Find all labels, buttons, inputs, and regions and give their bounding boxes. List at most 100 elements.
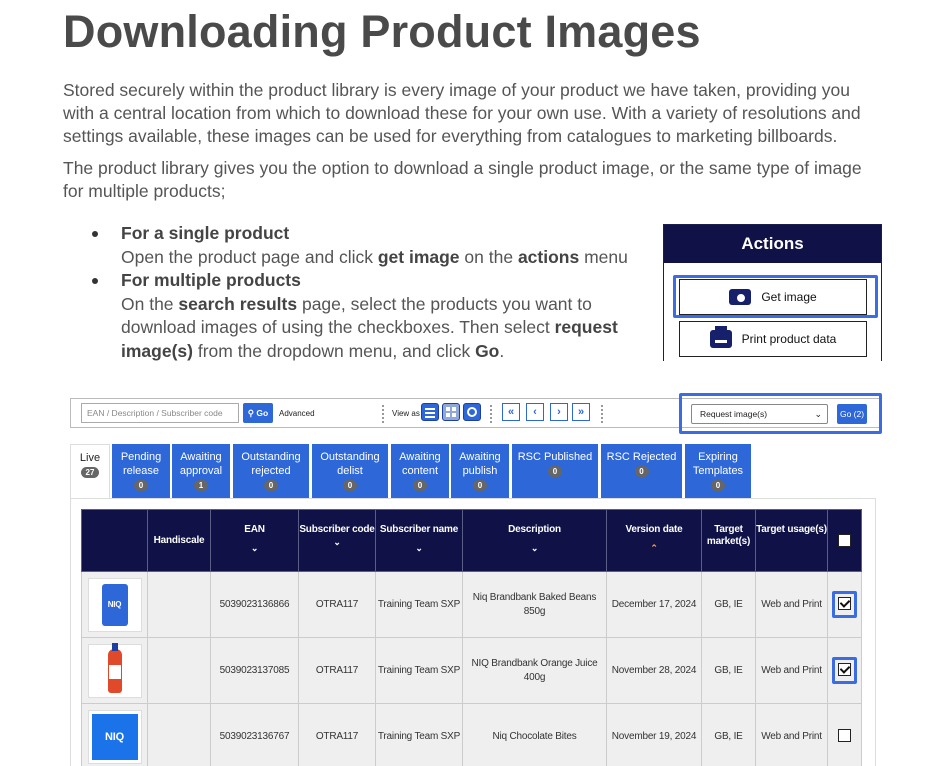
tab-awaiting-approval[interactable]: Awaiting approval 1 — [172, 444, 230, 498]
tab-awaiting-publish[interactable]: Awaiting publish 0 — [451, 444, 509, 498]
search-go-button[interactable]: ⚲ Go — [243, 403, 273, 423]
chevron-down-icon: ⌄ — [415, 543, 423, 553]
row-checkbox[interactable] — [838, 597, 851, 611]
bullet-text: Open the product page and click get imag… — [121, 246, 628, 267]
target-usage-cell: Web and Print — [755, 703, 828, 766]
highlight-box — [673, 275, 878, 318]
search-input[interactable]: EAN / Description / Subscriber code — [81, 403, 239, 423]
column-header-version-date[interactable]: Version date ⌃ — [606, 509, 702, 572]
subscriber-name-cell: Training Team SXP — [375, 637, 463, 704]
product-thumbnail-cell — [81, 637, 148, 704]
bullet-dot-icon — [92, 231, 98, 237]
advanced-search-link[interactable]: Advanced — [279, 409, 315, 418]
chevron-down-icon: ⌄ — [250, 543, 259, 553]
actions-panel: Actions Get image Print product data — [663, 224, 882, 361]
divider — [490, 405, 492, 423]
print-product-data-button[interactable]: Print product data — [679, 321, 867, 357]
bullet-dot-icon — [92, 278, 98, 284]
table-row[interactable]: NIQ 5039023136767 OTRA117 Training Team … — [81, 703, 862, 766]
grid-view-icon[interactable] — [442, 403, 460, 421]
table-row[interactable]: NIQ 5039023136866 OTRA117 Training Team … — [81, 571, 862, 638]
product-thumbnail[interactable]: NIQ — [87, 577, 142, 632]
instruction-list: For a single product Open the product pa… — [92, 222, 652, 363]
divider — [601, 405, 603, 423]
tab-count-badge: 0 — [343, 480, 357, 491]
target-markets-cell: GB, IE — [701, 571, 756, 638]
tab-rsc-published[interactable]: RSC Published 0 — [512, 444, 598, 498]
tab-count-badge: 0 — [413, 480, 427, 491]
column-header-subscriber-name[interactable]: Subscriber name ⌄ — [375, 509, 463, 572]
column-header-target-markets[interactable]: Target market(s) — [701, 509, 756, 572]
bullet-heading: For multiple products — [121, 270, 301, 290]
target-markets-cell: GB, IE — [701, 637, 756, 704]
tab-awaiting-content[interactable]: Awaiting content 0 — [391, 444, 449, 498]
tab-pending-release[interactable]: Pending release 0 — [112, 444, 170, 498]
select-all-cell — [827, 509, 862, 572]
version-date-cell: November 28, 2024 — [606, 637, 702, 704]
table-row[interactable]: 5039023137085 OTRA117 Training Team SXP … — [81, 637, 862, 704]
tab-rsc-rejected[interactable]: RSC Rejected 0 — [601, 444, 682, 498]
product-thumbnail-cell: NIQ — [81, 703, 148, 766]
gallery-view-icon[interactable] — [463, 403, 481, 421]
print-product-data-label: Print product data — [741, 332, 837, 346]
list-view-icon[interactable] — [421, 403, 439, 421]
select-cell — [827, 571, 862, 638]
previous-page-button[interactable]: ‹ — [526, 403, 544, 421]
page-title: Downloading Product Images — [63, 6, 701, 57]
search-results-screenshot: EAN / Description / Subscriber code ⚲ Go… — [70, 392, 882, 766]
product-thumbnail[interactable]: NIQ — [87, 709, 142, 764]
ean-cell: 5039023136767 — [210, 703, 299, 766]
row-checkbox[interactable] — [838, 729, 851, 743]
view-as-label: View as — [392, 409, 420, 418]
intro-paragraph-1: Stored securely within the product libra… — [63, 80, 861, 146]
first-page-button[interactable]: « — [502, 403, 520, 421]
results-table-panel: Handiscale EAN ⌄ Subscriber code ⌄ Subscri… — [70, 498, 876, 766]
select-cell — [827, 637, 862, 704]
next-page-button[interactable]: › — [550, 403, 568, 421]
highlight-box — [832, 657, 857, 684]
handiscale-cell — [147, 571, 211, 638]
version-date-cell: November 19, 2024 — [606, 703, 702, 766]
column-header-target-usages[interactable]: Target usage(s) — [755, 509, 828, 572]
actions-title: Actions — [664, 225, 881, 263]
target-usage-cell: Web and Print — [755, 571, 828, 638]
tab-outstanding-delist[interactable]: Outstanding delist 0 — [312, 444, 388, 498]
tab-count-badge: 0 — [548, 466, 562, 477]
select-cell — [827, 703, 862, 766]
description-cell: NIQ Brandbank Orange Juice 400g — [462, 637, 607, 704]
tab-outstanding-rejected[interactable]: Outstanding rejected 0 — [233, 444, 309, 498]
column-header-subscriber-code[interactable]: Subscriber code ⌄ — [298, 509, 376, 572]
handiscale-cell — [147, 703, 211, 766]
bullet-heading: For a single product — [121, 223, 290, 243]
select-all-checkbox[interactable] — [838, 533, 851, 547]
bottle-image — [107, 642, 122, 693]
column-header-description[interactable]: Description ⌄ — [462, 509, 607, 572]
chevron-up-icon: ⌃ — [650, 543, 658, 553]
description-cell: Niq Brandbank Baked Beans 850g — [462, 571, 607, 638]
tab-count-badge: 0 — [711, 480, 725, 491]
subscriber-name-cell: Training Team SXP — [375, 571, 463, 638]
product-thumbnail[interactable] — [87, 642, 142, 698]
bullet-single-product: For a single product Open the product pa… — [92, 222, 652, 269]
subscriber-code-cell: OTRA117 — [298, 637, 376, 704]
tab-expiring-templates[interactable]: Expiring Templates 0 — [685, 444, 751, 498]
tab-count-badge: 0 — [634, 466, 649, 477]
highlight-box — [832, 591, 857, 618]
target-markets-cell: GB, IE — [701, 703, 756, 766]
bullet-multiple-products: For multiple products On the search resu… — [92, 269, 652, 363]
column-header-ean[interactable]: EAN ⌄ — [210, 509, 299, 572]
subscriber-name-cell: Training Team SXP — [375, 703, 463, 766]
chevron-down-icon: ⌄ — [530, 543, 539, 553]
column-header-image — [81, 509, 148, 572]
bullet-text: On the search results page, select the p… — [121, 293, 618, 361]
target-usage-cell: Web and Print — [755, 637, 828, 704]
last-page-button[interactable]: » — [572, 403, 590, 421]
ean-cell: 5039023136866 — [210, 571, 299, 638]
row-checkbox[interactable] — [838, 663, 851, 677]
results-table: Handiscale EAN ⌄ Subscriber code ⌄ Subscri… — [81, 509, 862, 766]
divider — [382, 405, 384, 423]
can-image: NIQ — [101, 583, 128, 626]
tab-count-badge: 0 — [264, 480, 278, 491]
tab-count-badge: 27 — [81, 467, 99, 478]
tab-live[interactable]: Live 27 — [70, 444, 110, 498]
